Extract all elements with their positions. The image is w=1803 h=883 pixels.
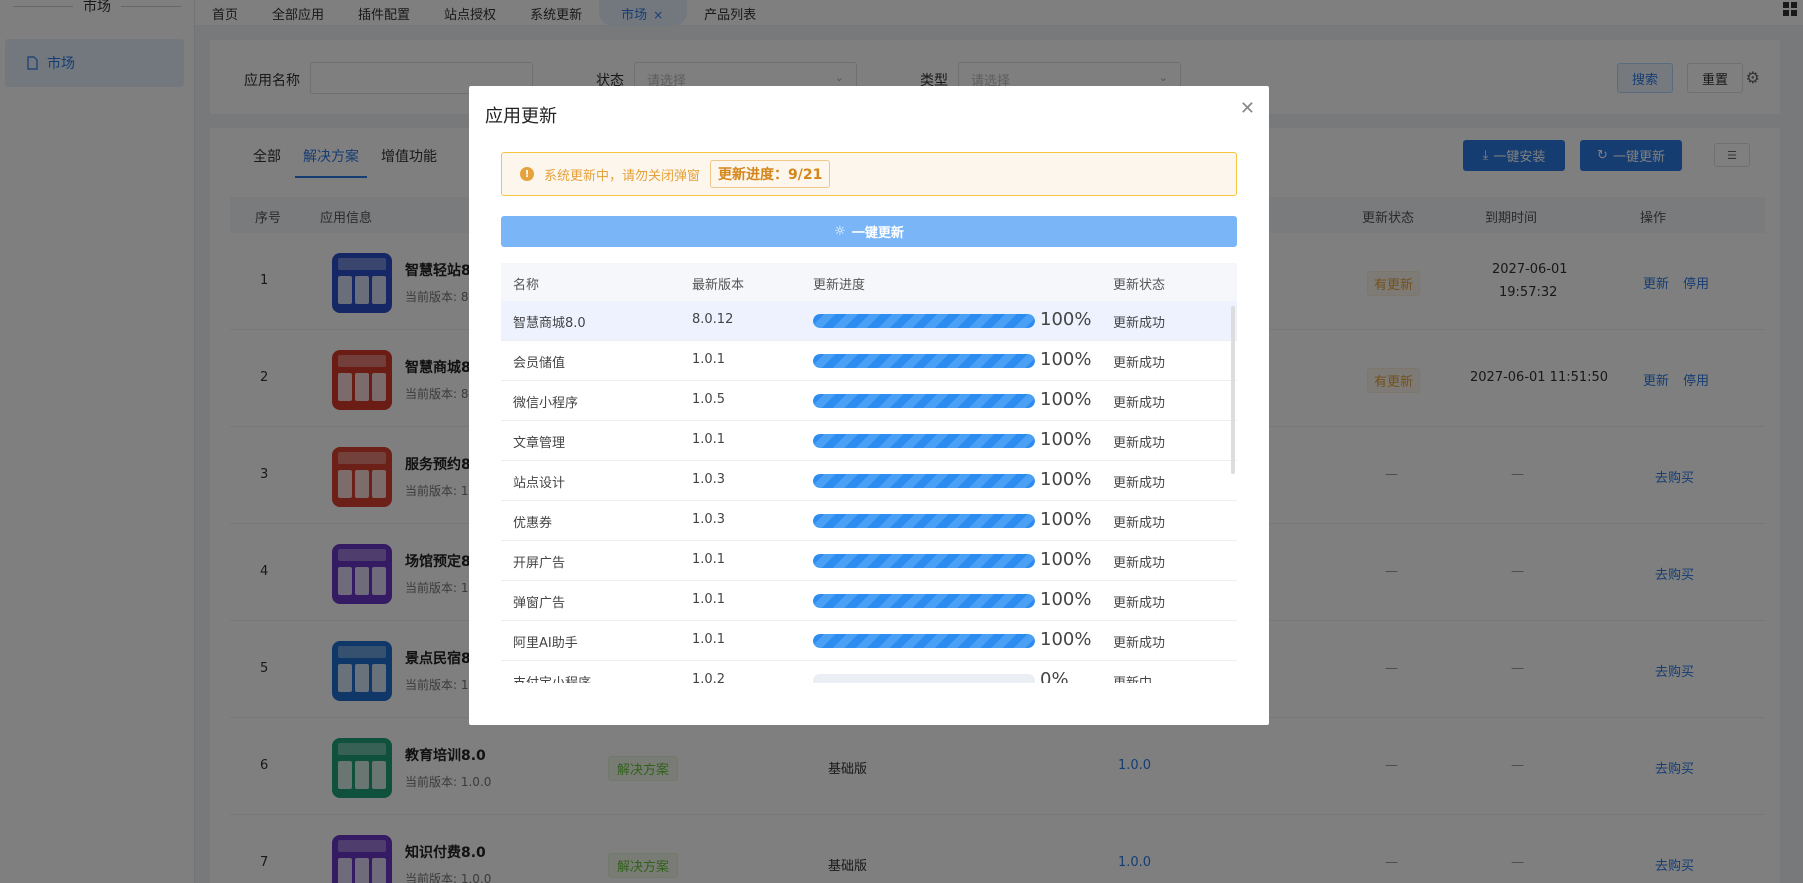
progress-bar	[813, 314, 1035, 328]
progress-fill	[813, 434, 1035, 448]
progress-bar	[813, 434, 1035, 448]
update-status: 更新成功	[1113, 476, 1166, 491]
update-row: 优惠券 1.0.3 100% 更新成功	[501, 501, 1237, 541]
warning-icon: !	[520, 167, 534, 181]
loading-icon: ☼	[834, 224, 846, 239]
update-status: 更新成功	[1113, 516, 1166, 531]
app-name: 微信小程序	[513, 396, 579, 411]
update-row: 文章管理 1.0.1 100% 更新成功	[501, 421, 1237, 461]
update-row: 站点设计 1.0.3 100% 更新成功	[501, 461, 1237, 501]
update-all-button[interactable]: ☼ 一键更新	[501, 216, 1237, 247]
update-row: 智慧商城8.0 8.0.12 100% 更新成功	[501, 301, 1237, 341]
progress-bar	[813, 354, 1035, 368]
latest-version: 1.0.1	[692, 552, 726, 567]
progress-percent: 0%	[1040, 669, 1069, 683]
progress-fill	[813, 634, 1035, 648]
progress-percent: 100%	[1040, 589, 1092, 610]
progress-bar	[813, 514, 1035, 528]
progress-fill	[813, 394, 1035, 408]
update-row: 阿里AI助手 1.0.1 100% 更新成功	[501, 621, 1237, 661]
progress-bar	[813, 594, 1035, 608]
latest-version: 1.0.5	[692, 392, 726, 407]
update-row: 微信小程序 1.0.5 100% 更新成功	[501, 381, 1237, 421]
table-header: 名称 最新版本 更新进度 更新状态	[501, 263, 1237, 301]
update-row: 开屏广告 1.0.1 100% 更新成功	[501, 541, 1237, 581]
progress-fill	[813, 514, 1035, 528]
latest-version: 1.0.3	[692, 472, 726, 487]
progress-count: 更新进度：9/21	[710, 160, 831, 188]
update-status: 更新成功	[1113, 596, 1166, 611]
col-status: 更新状态	[1113, 278, 1166, 293]
progress-percent: 100%	[1040, 469, 1092, 490]
app-name: 站点设计	[513, 476, 566, 491]
update-row: 会员储值 1.0.1 100% 更新成功	[501, 341, 1237, 381]
update-status: 更新成功	[1113, 356, 1166, 371]
progress-fill	[813, 474, 1035, 488]
latest-version: 1.0.1	[692, 632, 726, 647]
app-name: 会员储值	[513, 356, 566, 371]
update-row: 弹窗广告 1.0.1 100% 更新成功	[501, 581, 1237, 621]
progress-fill	[813, 554, 1035, 568]
table-body: 智慧商城8.0 8.0.12 100% 更新成功 会员储值 1.0.1 100% 更新成功 微信…	[501, 301, 1237, 683]
col-name: 名称	[513, 278, 540, 293]
latest-version: 8.0.12	[692, 312, 734, 327]
app-name: 优惠券	[513, 516, 553, 531]
button-label: 一键更新	[851, 226, 904, 241]
progress-percent: 100%	[1040, 629, 1092, 650]
update-dialog: 应用更新 ✕ ! 系统更新中，请勿关闭弹窗 更新进度：9/21 ☼ 一键更新 名…	[469, 86, 1269, 725]
warning-alert: ! 系统更新中，请勿关闭弹窗 更新进度：9/21	[501, 152, 1237, 196]
close-icon[interactable]: ✕	[1240, 98, 1255, 119]
progress-bar	[813, 474, 1035, 488]
scrollbar[interactable]	[1231, 306, 1235, 474]
update-status: 更新成功	[1113, 396, 1166, 411]
progress-percent: 100%	[1040, 549, 1092, 570]
progress-bar	[813, 394, 1035, 408]
app-name: 开屏广告	[513, 556, 566, 571]
dialog-title: 应用更新	[485, 106, 557, 127]
progress-percent: 100%	[1040, 509, 1092, 530]
update-status: 更新成功	[1113, 636, 1166, 651]
app-name: 弹窗广告	[513, 596, 566, 611]
app-name: 阿里AI助手	[513, 636, 578, 651]
col-progress: 更新进度	[813, 278, 866, 293]
app-name: 智慧商城8.0	[513, 316, 586, 331]
update-row: 支付宝小程序 1.0.2 0% 更新中	[501, 661, 1237, 683]
progress-bar	[813, 554, 1035, 568]
update-status: 更新中	[1113, 672, 1152, 683]
progress-percent: 100%	[1040, 349, 1092, 370]
latest-version: 1.0.1	[692, 432, 726, 447]
progress-percent: 100%	[1040, 309, 1092, 330]
latest-version: 1.0.3	[692, 512, 726, 527]
update-status: 更新成功	[1113, 316, 1166, 331]
progress-fill	[813, 314, 1035, 328]
update-status: 更新成功	[1113, 436, 1166, 451]
latest-version: 1.0.1	[692, 352, 726, 367]
update-table: 名称 最新版本 更新进度 更新状态 智慧商城8.0 8.0.12 100% 更新成功会…	[501, 263, 1237, 683]
progress-fill	[813, 594, 1035, 608]
alert-text: 系统更新中，请勿关闭弹窗	[544, 168, 701, 184]
progress-fill	[813, 354, 1035, 368]
progress-bar	[813, 634, 1035, 648]
col-latest-version: 最新版本	[692, 278, 745, 293]
app-name: 文章管理	[513, 436, 566, 451]
progress-bar	[813, 674, 1035, 683]
progress-percent: 100%	[1040, 389, 1092, 410]
app-name: 支付宝小程序	[513, 672, 591, 683]
latest-version: 1.0.2	[692, 672, 726, 683]
update-status: 更新成功	[1113, 556, 1166, 571]
latest-version: 1.0.1	[692, 592, 726, 607]
progress-percent: 100%	[1040, 429, 1092, 450]
